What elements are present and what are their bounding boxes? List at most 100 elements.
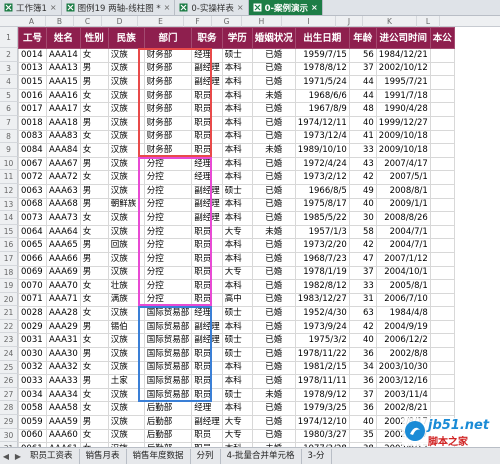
- table-cell[interactable]: 锡伯: [107, 319, 145, 335]
- table-cell[interactable]: 63: [348, 306, 377, 321]
- table-cell[interactable]: 汉族: [107, 333, 145, 349]
- close-icon[interactable]: ×: [237, 3, 244, 12]
- table-cell[interactable]: [429, 143, 455, 158]
- table-cell[interactable]: 本科: [221, 251, 253, 267]
- table-cell[interactable]: 本科: [221, 102, 253, 117]
- table-cell[interactable]: AAA69: [46, 265, 81, 281]
- table-cell[interactable]: 30: [348, 211, 377, 226]
- row-number[interactable]: 19: [0, 279, 18, 293]
- table-cell[interactable]: AAA66: [46, 251, 81, 267]
- column-header[interactable]: 职务: [191, 27, 223, 49]
- table-cell[interactable]: 硕士: [221, 347, 253, 362]
- table-cell[interactable]: 男: [79, 75, 109, 90]
- column-letter[interactable]: C: [74, 16, 102, 27]
- table-cell[interactable]: 0015: [18, 75, 47, 90]
- table-cell[interactable]: 满族: [107, 292, 145, 308]
- table-cell[interactable]: 女: [79, 102, 109, 117]
- prev-sheet-icon[interactable]: ◀: [0, 452, 12, 461]
- table-cell[interactable]: 职员: [191, 238, 223, 253]
- row-number[interactable]: 21: [0, 306, 18, 320]
- table-cell[interactable]: 已婚: [251, 428, 296, 444]
- table-cell[interactable]: [429, 156, 455, 172]
- table-cell[interactable]: [429, 292, 455, 308]
- table-cell[interactable]: 1972/4/24: [294, 156, 350, 172]
- table-cell[interactable]: 1957/1/3: [294, 224, 350, 240]
- table-cell[interactable]: 1978/11/22: [294, 347, 350, 362]
- table-cell[interactable]: 汉族: [107, 88, 145, 104]
- table-cell[interactable]: 37: [348, 387, 377, 403]
- column-letter[interactable]: H: [242, 16, 282, 27]
- table-cell[interactable]: 2009/10/18: [375, 143, 431, 158]
- table-cell[interactable]: 1980/3/27: [294, 428, 350, 444]
- table-cell[interactable]: 副经理: [191, 197, 223, 213]
- table-cell[interactable]: 女: [79, 129, 109, 145]
- table-cell[interactable]: 已婚: [251, 265, 296, 281]
- table-cell[interactable]: AAA65: [46, 238, 81, 253]
- table-cell[interactable]: 0034: [18, 387, 47, 403]
- table-cell[interactable]: 2003/12/16: [375, 374, 431, 389]
- table-cell[interactable]: AAA31: [46, 333, 81, 349]
- table-cell[interactable]: [429, 401, 455, 417]
- table-cell[interactable]: 已婚: [251, 115, 296, 131]
- table-cell[interactable]: 0065: [18, 238, 47, 253]
- column-letter[interactable]: L: [417, 16, 440, 27]
- table-cell[interactable]: 1984/4/8: [375, 306, 431, 321]
- table-cell[interactable]: 未婚: [251, 224, 296, 240]
- table-cell[interactable]: 国际贸易部: [143, 306, 193, 321]
- column-letter[interactable]: F: [184, 16, 212, 27]
- row-number[interactable]: 20: [0, 292, 18, 307]
- column-letter[interactable]: D: [102, 16, 138, 27]
- table-cell[interactable]: 已婚: [251, 61, 296, 77]
- table-cell[interactable]: 经理: [191, 170, 223, 185]
- table-cell[interactable]: 财务部: [143, 88, 193, 104]
- table-cell[interactable]: [429, 279, 455, 294]
- table-cell[interactable]: AAA29: [46, 319, 81, 335]
- sheet-tab[interactable]: 分列: [191, 448, 221, 464]
- table-cell[interactable]: 土家: [107, 374, 145, 389]
- table-cell[interactable]: 1974/12/11: [294, 115, 350, 131]
- column-header[interactable]: 部门: [143, 27, 193, 49]
- table-cell[interactable]: 汉族: [107, 170, 145, 185]
- table-cell[interactable]: 2005/8/1: [375, 279, 431, 294]
- table-cell[interactable]: AAA28: [46, 306, 81, 321]
- workbook-tab-4[interactable]: 0-案例演示 ×: [248, 0, 323, 15]
- table-cell[interactable]: AAA59: [46, 415, 81, 430]
- table-cell[interactable]: 女: [79, 143, 109, 158]
- table-cell[interactable]: 大专: [221, 428, 253, 444]
- table-cell[interactable]: 36: [348, 374, 377, 389]
- table-cell[interactable]: 男: [79, 415, 109, 430]
- table-cell[interactable]: 经理: [191, 48, 223, 63]
- table-cell[interactable]: 本科: [221, 143, 253, 158]
- table-cell[interactable]: 女: [79, 224, 109, 240]
- table-cell[interactable]: 0014: [18, 48, 47, 63]
- table-cell[interactable]: [429, 129, 455, 145]
- table-cell[interactable]: 33: [348, 279, 377, 294]
- table-cell[interactable]: 已婚: [251, 415, 296, 430]
- table-cell[interactable]: 职员: [191, 279, 223, 294]
- row-number[interactable]: 30: [0, 428, 18, 443]
- column-letter[interactable]: I: [282, 16, 336, 27]
- table-cell[interactable]: 0083: [18, 129, 47, 145]
- table-cell[interactable]: 未婚: [251, 88, 296, 104]
- row-number[interactable]: 3: [0, 61, 18, 76]
- row-number[interactable]: 25: [0, 360, 18, 375]
- row-number[interactable]: 24: [0, 347, 18, 361]
- table-cell[interactable]: 本科: [221, 75, 253, 90]
- table-cell[interactable]: 职员: [191, 347, 223, 362]
- table-cell[interactable]: 已婚: [251, 251, 296, 267]
- row-number[interactable]: 5: [0, 88, 18, 103]
- table-cell[interactable]: 女: [79, 401, 109, 417]
- table-cell[interactable]: 已婚: [251, 292, 296, 308]
- table-cell[interactable]: AAA30: [46, 347, 81, 362]
- table-cell[interactable]: 1975/8/17: [294, 197, 350, 213]
- table-cell[interactable]: 本科: [221, 170, 253, 185]
- table-cell[interactable]: 汉族: [107, 265, 145, 281]
- table-cell[interactable]: AAA18: [46, 115, 81, 131]
- table-cell[interactable]: 汉族: [107, 102, 145, 117]
- row-number[interactable]: 2: [0, 48, 18, 62]
- table-cell[interactable]: 1959/7/15: [294, 48, 350, 63]
- table-cell[interactable]: 分控: [143, 251, 193, 267]
- table-cell[interactable]: 职员: [191, 88, 223, 104]
- row-number[interactable]: 6: [0, 102, 18, 116]
- table-cell[interactable]: 43: [348, 156, 377, 172]
